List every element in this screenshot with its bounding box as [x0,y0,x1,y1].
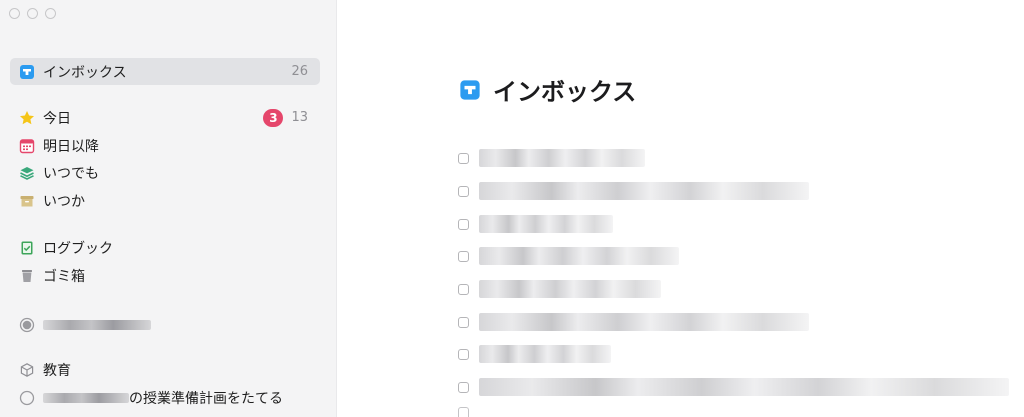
task-checkbox[interactable] [458,316,469,328]
redacted-task-title [479,215,613,233]
sidebar-item-someday[interactable]: いつか [10,187,320,214]
redacted-text [43,392,129,403]
area-cube-icon [19,362,35,378]
sidebar-area-label: 教育 [43,362,71,379]
inbox-icon [19,64,35,80]
task-row[interactable] [458,148,645,168]
task-checkbox[interactable] [458,185,469,197]
page-title-text: インボックス [493,78,637,106]
sidebar: インボックス 26 今日 3 13 明日以降 いつでも いつか ログブック ゴミ… [0,0,337,417]
task-row[interactable] [458,279,661,299]
archive-box-icon [19,193,35,209]
project-circle-icon [19,390,35,406]
star-icon [19,110,35,126]
task-checkbox[interactable] [458,381,469,393]
sidebar-project-label: の授業準備計画をたてる [129,390,283,407]
redacted-task-title [479,313,809,331]
sidebar-project-redacted[interactable] [10,311,320,338]
inbox-count: 26 [291,64,308,79]
sidebar-item-label: いつか [43,193,85,210]
sidebar-item-label: 明日以降 [43,138,99,155]
calendar-icon [19,138,35,154]
sidebar-item-label: ログブック [43,240,113,257]
zoom-window-button[interactable] [45,8,56,19]
sidebar-area-education[interactable]: 教育 [10,356,320,383]
task-checkbox[interactable] [458,283,469,295]
sidebar-item-label: インボックス [43,64,127,81]
redacted-task-title [479,378,1009,396]
redacted-task-title [479,149,645,167]
task-row[interactable] [458,246,679,266]
minimize-window-button[interactable] [27,8,38,19]
task-row[interactable] [458,344,611,364]
task-row[interactable] [458,377,1009,397]
today-due-badge: 3 [263,108,284,127]
sidebar-item-logbook[interactable]: ログブック [10,234,320,261]
logbook-icon [19,240,35,256]
window-controls [9,8,56,19]
task-row[interactable] [458,214,613,234]
close-window-button[interactable] [9,8,20,19]
task-row[interactable] [458,312,809,332]
task-checkbox[interactable] [458,250,469,262]
sidebar-item-trash[interactable]: ゴミ箱 [10,262,320,289]
page-title: インボックス [459,72,636,107]
redacted-task-title [479,182,809,200]
redacted-task-title [479,345,611,363]
task-checkbox[interactable] [458,152,469,164]
sidebar-item-today[interactable]: 今日 3 13 [10,104,320,131]
redacted-task-title [479,247,679,265]
sidebar-item-inbox[interactable]: インボックス 26 [10,58,320,85]
redacted-text [43,319,151,330]
sidebar-item-anytime[interactable]: いつでも [10,159,320,186]
sidebar-item-upcoming[interactable]: 明日以降 [10,132,320,159]
inbox-icon [459,79,481,101]
sidebar-item-label: ゴミ箱 [43,268,85,285]
task-checkbox[interactable] [458,348,469,360]
trash-icon [19,268,35,284]
task-row[interactable] [458,181,809,201]
sidebar-project-lesson-plan[interactable]: の授業準備計画をたてる [10,384,320,411]
sidebar-item-label: いつでも [43,165,99,182]
task-checkbox-partial[interactable] [458,407,469,417]
task-checkbox[interactable] [458,218,469,230]
sidebar-item-label: 今日 [43,110,71,127]
redacted-task-title [479,280,661,298]
project-progress-icon [19,317,35,333]
layers-icon [19,165,35,181]
today-count: 13 [291,110,308,125]
